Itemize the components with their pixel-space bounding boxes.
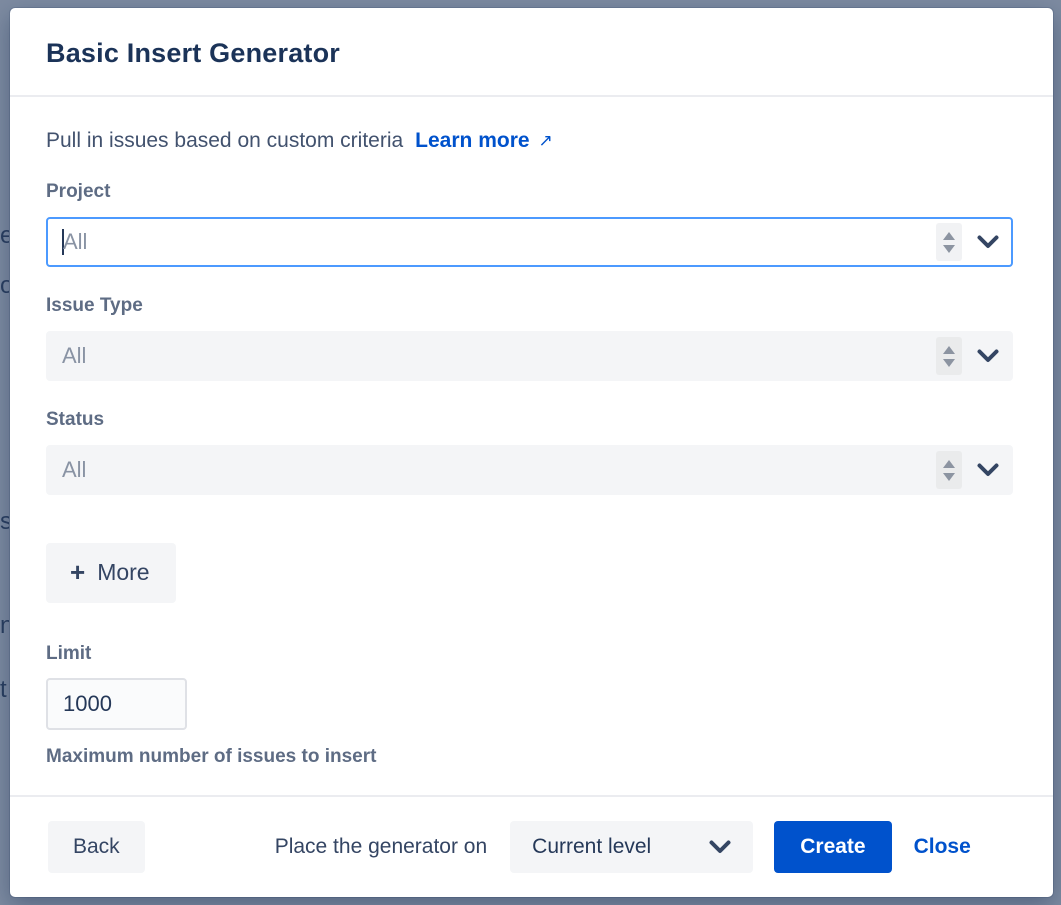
backdrop-text-fragment: s [0, 508, 9, 536]
limit-field-label: Limit [46, 643, 1013, 665]
spinner-up-icon[interactable] [943, 346, 955, 354]
placement-label: Place the generator on [275, 835, 487, 859]
placement-level-select[interactable]: Current level [510, 821, 753, 873]
plus-icon: + [70, 557, 85, 588]
spinner-down-icon[interactable] [943, 245, 955, 253]
create-button[interactable]: Create [774, 821, 891, 873]
issue-type-spinner-control[interactable] [936, 337, 962, 375]
chevron-down-icon [709, 840, 731, 855]
dialog-description: Pull in issues based on custom criteria [46, 129, 403, 153]
spinner-down-icon[interactable] [943, 359, 955, 367]
chevron-down-icon[interactable] [977, 235, 999, 250]
status-field-label: Status [46, 409, 1013, 431]
project-select[interactable]: All [46, 217, 1013, 267]
external-link-icon: ↗ [539, 131, 553, 151]
learn-more-link[interactable]: Learn more ↗ [415, 129, 553, 153]
more-button-label: More [97, 559, 149, 586]
backdrop-text-fragment: n [0, 612, 9, 640]
backdrop-text-fragment: o [0, 272, 9, 300]
spinner-down-icon[interactable] [943, 473, 955, 481]
spinner-up-icon[interactable] [943, 460, 955, 468]
project-select-value: All [62, 229, 936, 255]
dialog-footer: Back Place the generator on Current leve… [10, 797, 1053, 897]
status-spinner-control[interactable] [936, 451, 962, 489]
project-field-label: Project [46, 181, 1013, 203]
close-link[interactable]: Close [914, 835, 971, 859]
back-button[interactable]: Back [48, 821, 145, 873]
issue-type-select-value: All [62, 343, 936, 369]
chevron-down-icon[interactable] [977, 349, 999, 364]
basic-insert-generator-dialog: Basic Insert Generator Pull in issues ba… [10, 8, 1053, 897]
project-spinner-control[interactable] [936, 223, 962, 261]
placement-level-value: Current level [532, 835, 651, 859]
backdrop-text-fragment: t [0, 676, 9, 704]
status-select[interactable]: All [46, 445, 1013, 495]
more-button[interactable]: + More [46, 543, 176, 603]
limit-input[interactable] [46, 678, 187, 730]
dialog-body: Pull in issues based on custom criteria … [10, 97, 1053, 795]
learn-more-label: Learn more [415, 129, 529, 153]
spinner-up-icon[interactable] [943, 232, 955, 240]
dialog-header: Basic Insert Generator [10, 8, 1053, 95]
dialog-description-row: Pull in issues based on custom criteria … [46, 129, 1013, 153]
chevron-down-icon[interactable] [977, 463, 999, 478]
issue-type-field-label: Issue Type [46, 295, 1013, 317]
dialog-title: Basic Insert Generator [46, 38, 1013, 69]
backdrop-text-fragment: e [0, 222, 9, 250]
status-select-value: All [62, 457, 936, 483]
limit-help-text: Maximum number of issues to insert [46, 746, 1013, 768]
issue-type-select[interactable]: All [46, 331, 1013, 381]
